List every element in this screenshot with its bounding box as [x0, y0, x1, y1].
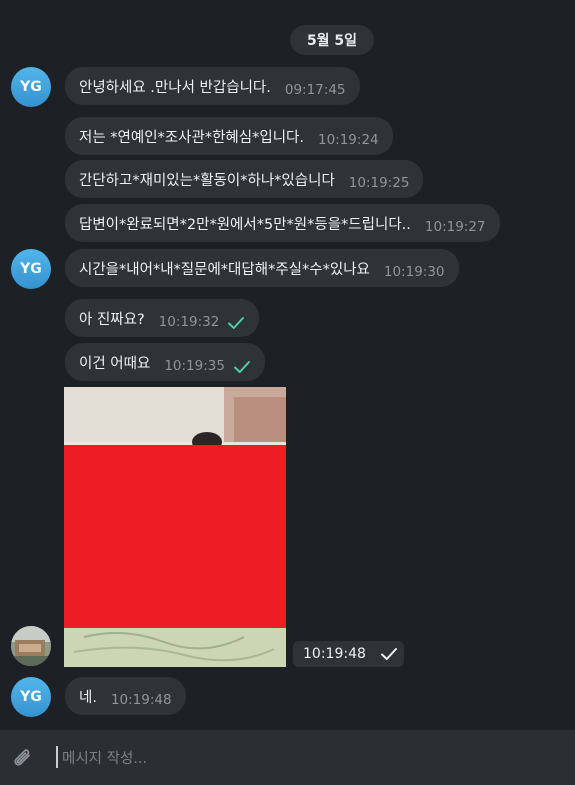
photo-timestamp: 10:19:48: [293, 641, 404, 667]
message-time: 10:19:24: [317, 132, 379, 148]
message-text: 이건 어때요: [79, 355, 151, 372]
contact-avatar[interactable]: YG: [11, 249, 51, 289]
message-text: 답변이*완료되면*2만*원에서*5만*원*등을*드립니다..: [79, 216, 411, 233]
sender-photo-avatar[interactable]: [11, 626, 51, 666]
message-text: 저는 *연예인*조사관*한혜심*입니다.: [79, 129, 304, 146]
message-time: 10:19:25: [348, 175, 410, 191]
message-text: 간단하고*재미있는*활동이*하나*있습니다: [79, 172, 335, 189]
message-bubble-outgoing[interactable]: 이건 어때요 10:19:35: [65, 343, 265, 381]
text-cursor: [56, 746, 58, 768]
message-bubble[interactable]: 간단하고*재미있는*활동이*하나*있습니다 10:19:25: [65, 160, 424, 198]
message-time: 09:17:45: [284, 82, 346, 98]
message-bubble[interactable]: 네. 10:19:48: [65, 677, 186, 715]
message-time: 10:19:48: [110, 692, 172, 708]
message-bubble-outgoing[interactable]: 아 진짜요? 10:19:32: [65, 299, 260, 337]
contact-avatar[interactable]: YG: [11, 67, 51, 107]
check-icon: [233, 359, 251, 373]
message-text: 안녕하세요 .만나서 반갑습니다.: [79, 79, 271, 96]
message-bubble[interactable]: 저는 *연예인*조사관*한혜심*입니다. 10:19:24: [65, 117, 393, 155]
message-time: 10:19:35: [164, 358, 225, 374]
message-text: 네.: [79, 689, 97, 706]
message-input[interactable]: [60, 745, 544, 773]
message-text: 시간을*내어*내*질문에*대답해*주실*수*있나요: [79, 261, 370, 278]
message-bubble[interactable]: 답변이*완료되면*2만*원에서*5만*원*등을*드립니다.. 10:19:27: [65, 204, 500, 242]
message-time: 10:19:30: [383, 264, 445, 280]
date-separator: 5월 5일: [290, 25, 374, 55]
message-time: 10:19:48: [303, 646, 366, 662]
check-icon: [227, 315, 245, 329]
message-bubble[interactable]: 안녕하세요 .만나서 반갑습니다. 09:17:45: [65, 67, 360, 105]
message-text: 아 진짜요?: [79, 311, 145, 328]
contact-avatar[interactable]: YG: [11, 677, 51, 717]
message-bubble[interactable]: 시간을*내어*내*질문에*대답해*주실*수*있나요 10:19:30: [65, 249, 459, 287]
message-time: 10:19:27: [424, 219, 486, 235]
photo-attachment[interactable]: [64, 387, 286, 667]
check-icon: [380, 647, 398, 661]
message-time: 10:19:32: [158, 314, 220, 330]
paperclip-icon[interactable]: [10, 746, 36, 772]
